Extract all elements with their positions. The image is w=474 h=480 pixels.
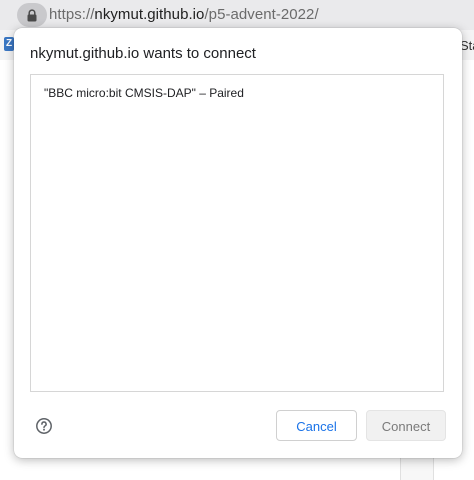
device-list-item[interactable]: "BBC micro:bit CMSIS-DAP" – Paired (44, 86, 244, 100)
lock-icon (27, 8, 37, 21)
site-info-button[interactable] (17, 3, 47, 27)
connect-button[interactable]: Connect (366, 410, 446, 441)
device-list[interactable]: "BBC micro:bit CMSIS-DAP" – Paired (30, 74, 444, 392)
url-path: /p5-advent-2022/ (204, 6, 319, 23)
url-scheme: https:// (49, 6, 95, 23)
url-host: nkymut.github.io (94, 6, 205, 23)
help-icon[interactable] (35, 417, 53, 435)
address-bar[interactable]: https://nkymut.github.io/p5-advent-2022/ (0, 0, 474, 30)
device-chooser-dialog: nkymut.github.io wants to connect "BBC m… (14, 28, 462, 458)
browser-window: Z Star https://nkymut.github.io/p5-adven… (0, 0, 474, 480)
page-favicon: Z (4, 37, 14, 51)
url-text[interactable]: https://nkymut.github.io/p5-advent-2022/ (49, 6, 319, 23)
cancel-button[interactable]: Cancel (276, 410, 357, 441)
dialog-title: nkymut.github.io wants to connect (30, 45, 256, 62)
page-side-panel (400, 455, 434, 480)
page-tab-text: Star (460, 38, 474, 53)
